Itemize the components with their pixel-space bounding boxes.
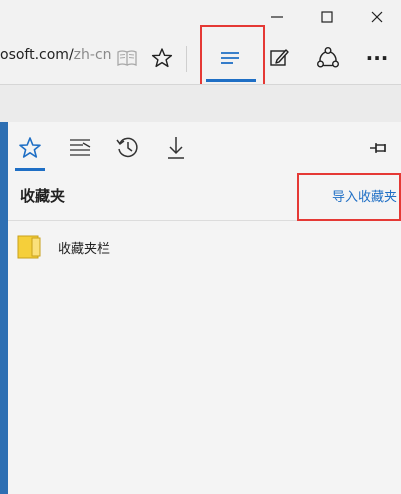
star-icon [151, 48, 173, 68]
pin-pane-button[interactable] [360, 128, 400, 168]
share-icon [317, 47, 340, 68]
web-note-button[interactable] [259, 38, 299, 78]
favorites-heading: 收藏夹 [20, 187, 66, 205]
minimize-button[interactable] [262, 2, 292, 32]
reading-view-button[interactable] [107, 38, 147, 78]
maximize-button[interactable] [312, 2, 342, 32]
download-icon [168, 137, 184, 159]
address-url: osoft.com/ [0, 47, 74, 63]
pin-icon [370, 143, 386, 153]
more-button[interactable]: ··· [357, 38, 397, 78]
page-content-edge [0, 122, 8, 494]
close-button[interactable] [362, 2, 392, 32]
pen-note-icon [270, 49, 289, 66]
close-icon [371, 11, 383, 23]
tab-history[interactable] [108, 128, 148, 168]
share-button[interactable] [308, 38, 348, 78]
list-item-label: 收藏夹栏 [58, 241, 111, 257]
folder-icon [17, 235, 41, 259]
star-icon [19, 137, 41, 158]
minimize-icon [271, 16, 283, 18]
history-icon [116, 137, 138, 158]
maximize-icon [321, 11, 333, 23]
import-highlight-box [297, 173, 401, 221]
book-icon [117, 50, 137, 67]
reading-list-icon [70, 139, 91, 156]
toolbar-separator [186, 46, 187, 72]
favorite-button[interactable] [142, 38, 182, 78]
page-top-strip [0, 85, 401, 122]
tab-favorites[interactable] [10, 128, 50, 168]
tab-downloads[interactable] [156, 128, 196, 168]
tab-reading-list[interactable] [60, 128, 100, 168]
tab-favorites-underline [15, 168, 45, 171]
address-bar[interactable]: osoft.com/zh-cn [0, 47, 112, 63]
address-url-dim: zh-cn [73, 47, 112, 63]
list-item[interactable]: 收藏夹栏 [16, 230, 396, 264]
